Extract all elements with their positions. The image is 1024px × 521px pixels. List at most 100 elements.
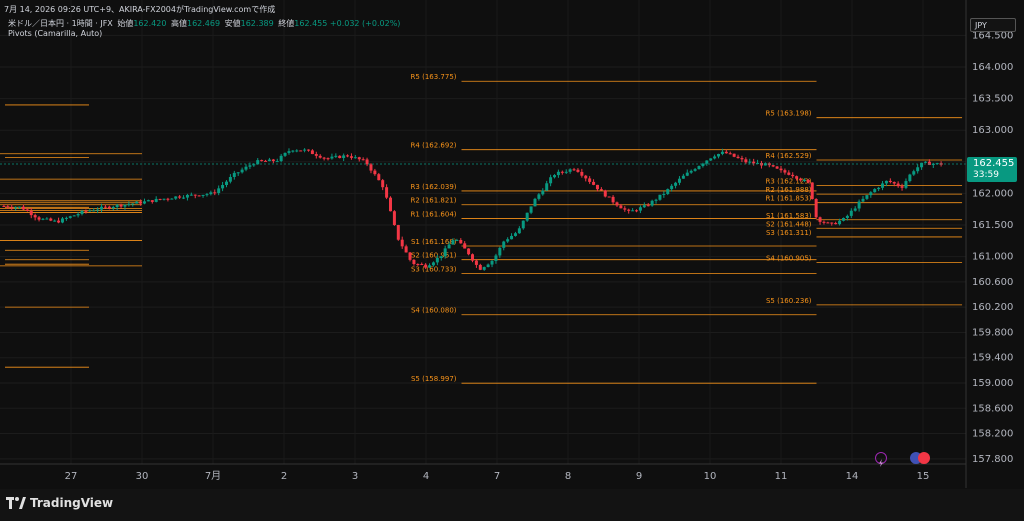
jp-flag-event-icon[interactable]	[918, 452, 930, 464]
pivot-level-label: S3 (160.733)	[411, 265, 457, 273]
candle-body	[45, 218, 49, 220]
candle-body	[217, 188, 221, 194]
pivot-level-label: S2 (160.951)	[411, 252, 457, 260]
event-lightning-icon[interactable]	[875, 452, 887, 467]
candle-body	[920, 162, 924, 168]
candle-body	[318, 155, 322, 158]
candle-body	[791, 174, 795, 177]
candle-body	[873, 189, 877, 193]
candle-body	[119, 204, 123, 207]
candle-body	[896, 183, 900, 187]
candle-body	[650, 200, 654, 206]
candle-body	[822, 221, 826, 223]
candle-body	[802, 179, 806, 181]
time-tick-label: 10	[704, 471, 717, 482]
candle-body	[916, 167, 920, 172]
candle-body	[845, 215, 849, 218]
pivot-level-label: R5 (163.775)	[411, 73, 457, 81]
candle-body	[615, 202, 619, 206]
candle-body	[689, 170, 693, 173]
symbol-legend[interactable]: 米ドル／日本円 · 1時間 · JFX 始値162.420 高値162.469 …	[8, 18, 400, 29]
candle-body	[705, 160, 709, 164]
indicator-legend[interactable]: Pivots (Camarilla, Auto)	[8, 29, 102, 38]
candle-body	[357, 157, 361, 160]
candle-body	[369, 164, 373, 171]
plot-background	[0, 0, 966, 488]
candle-body	[306, 149, 310, 151]
time-tick-label: 8	[565, 471, 571, 482]
low-label: 安値	[224, 19, 241, 28]
candle-body	[392, 211, 396, 226]
candle-body	[443, 248, 447, 257]
candle-body	[303, 149, 307, 151]
candle-body	[564, 171, 568, 173]
candle-body	[576, 169, 580, 172]
candle-body	[619, 205, 623, 209]
candle-body	[923, 161, 927, 163]
candle-body	[717, 153, 721, 157]
candle-body	[53, 220, 57, 222]
candle-body	[646, 205, 650, 207]
candle-body	[779, 168, 783, 171]
candle-body	[96, 209, 100, 211]
candle-body	[197, 195, 201, 197]
candle-body	[521, 220, 525, 229]
candle-body	[162, 198, 166, 200]
candle-body	[267, 159, 271, 162]
open-value: 162.420	[133, 19, 167, 28]
tradingview-logo[interactable]: TradingView	[6, 496, 113, 510]
candle-body	[451, 240, 455, 245]
time-tick-label: 27	[65, 471, 78, 482]
candle-body	[213, 192, 217, 194]
candle-body	[185, 194, 189, 198]
candle-body	[787, 172, 791, 175]
price-tick-label: 162.000	[972, 188, 1013, 199]
candle-body	[404, 246, 408, 253]
candle-body	[537, 194, 541, 199]
time-tick-label: 4	[423, 471, 429, 482]
candle-body	[584, 175, 588, 179]
candle-body	[869, 192, 873, 196]
candle-body	[799, 178, 803, 181]
candle-body	[236, 172, 240, 174]
candle-body	[396, 225, 400, 240]
candle-body	[295, 150, 299, 152]
candle-body	[482, 267, 486, 270]
candle-body	[510, 235, 514, 240]
candle-body	[287, 151, 291, 153]
candle-body	[41, 218, 45, 220]
price-chart[interactable]: R5 (162.627)R4 (162.226)R3 (161.883)R2 (…	[0, 0, 1024, 521]
candle-body	[205, 194, 209, 196]
candle-body	[545, 183, 549, 191]
candle-body	[631, 210, 635, 212]
candle-body	[275, 161, 279, 163]
candle-body	[377, 174, 381, 181]
candle-body	[888, 180, 892, 183]
price-tick-label: 163.500	[972, 94, 1013, 105]
pivot-level-label: S4 (160.080)	[411, 307, 457, 315]
candle-body	[150, 200, 154, 202]
candle-body	[260, 160, 264, 162]
low-value: 162.389	[240, 19, 274, 28]
candle-body	[60, 218, 64, 223]
open-label: 始値	[117, 19, 134, 28]
candle-body	[908, 174, 912, 182]
time-tick-label: 14	[846, 471, 859, 482]
candle-body	[478, 264, 482, 270]
currency-selector[interactable]: JPY	[970, 18, 1016, 32]
time-tick-label: 2	[281, 471, 287, 482]
candle-body	[795, 176, 799, 179]
candle-body	[127, 204, 131, 206]
candle-body	[170, 198, 174, 200]
candle-body	[224, 181, 228, 185]
price-axis[interactable]: 164.500164.000163.500163.000162.500162.0…	[972, 30, 1013, 464]
candle-body	[635, 210, 639, 212]
last-price-badge: 162.455 33:59	[967, 157, 1017, 182]
candle-body	[84, 210, 88, 212]
candle-body	[57, 220, 61, 223]
candle-body	[783, 170, 787, 173]
time-tick-label: 7	[494, 471, 500, 482]
candle-body	[64, 217, 68, 219]
brand-name: TradingView	[30, 496, 114, 510]
candle-body	[775, 166, 779, 169]
